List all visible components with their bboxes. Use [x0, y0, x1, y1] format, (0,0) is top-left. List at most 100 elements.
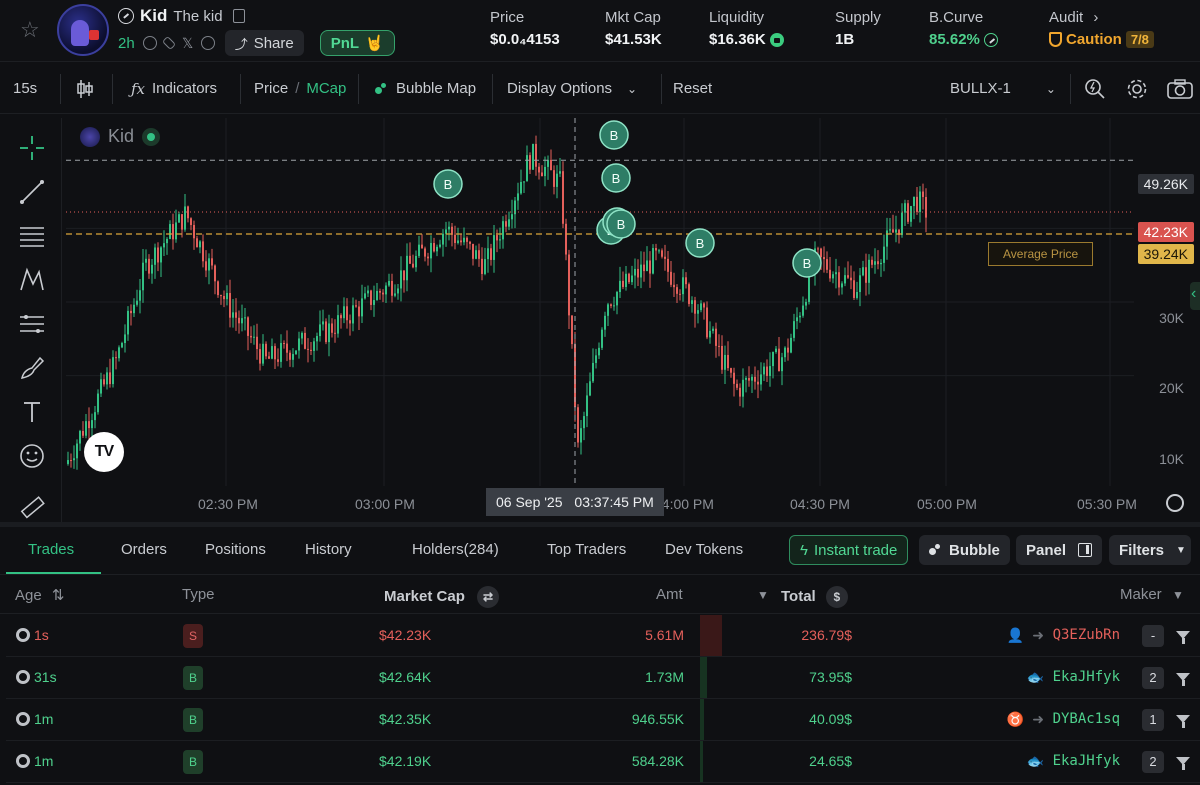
indicators-button[interactable]: ƒx Indicators [131, 74, 217, 104]
filter-maker-icon[interactable] [1176, 631, 1190, 644]
candle-body [247, 317, 249, 336]
tab-holders[interactable]: Holders(284) [412, 541, 499, 558]
filter-maker-icon[interactable] [1176, 757, 1190, 770]
toolbar-divider [661, 74, 662, 104]
candle-body [70, 460, 72, 462]
favorite-star-icon[interactable]: ☆ [20, 18, 44, 42]
instant-trade-button[interactable]: ϟ Instant trade [789, 535, 909, 565]
candle-body [121, 343, 123, 348]
maker-trade-count: 1 [1142, 709, 1164, 731]
candle-body [535, 143, 537, 167]
candle-body [319, 324, 321, 337]
candle-type-button[interactable] [76, 74, 94, 104]
col-market-cap[interactable]: Market Cap ⇄ [384, 586, 500, 608]
emoji-tool-icon[interactable] [18, 442, 46, 470]
candle-body [646, 260, 648, 272]
tx-link-icon[interactable] [16, 754, 30, 768]
stat-bcurve-value: 85.62% [929, 31, 980, 48]
candle-body [361, 298, 363, 317]
candle-body [802, 305, 804, 316]
token-fullname: The kid [173, 7, 223, 25]
share-button[interactable]: ⤴ Share [224, 30, 304, 56]
tab-trades[interactable]: Trades [28, 541, 74, 558]
interval-select[interactable]: 15s [13, 74, 37, 104]
buy-marker-label: B [612, 171, 621, 186]
col-total[interactable]: Total $ [781, 586, 848, 608]
zoom-search-button[interactable] [1084, 74, 1106, 104]
crosshair-tool-icon[interactable] [18, 134, 46, 162]
filter-icon[interactable]: ▼ [1172, 588, 1184, 602]
pnl-button[interactable]: PnL 🤘 [319, 30, 395, 56]
filter-maker-icon[interactable] [1176, 715, 1190, 728]
stat-audit[interactable]: Audit › Caution 7/8 [1049, 9, 1154, 48]
trendline-tool-icon[interactable] [18, 178, 46, 206]
price-mcap-toggle[interactable]: Price / MCap [254, 74, 346, 104]
fish-icon: 🐟 [1026, 753, 1044, 769]
currency-swap-icon[interactable]: $ [825, 586, 848, 608]
transfer-arrow-icon: ➜ [1032, 711, 1044, 727]
candle-body [454, 234, 456, 243]
filter-icon[interactable]: ▼ [757, 588, 769, 602]
bubble-map-label: Bubble Map [396, 80, 477, 97]
trade-amount: 584.28K [631, 753, 684, 769]
toolbar-divider [1070, 74, 1071, 104]
col-maker-filter[interactable]: ▼ [1172, 586, 1184, 603]
copy-icon[interactable] [232, 9, 245, 23]
candle-body [835, 272, 837, 275]
tab-history[interactable]: History [305, 541, 352, 558]
bubble-map-button[interactable]: Bubble Map [375, 74, 476, 104]
trade-maker[interactable]: Q3EZubRn [1053, 627, 1120, 643]
swap-icon[interactable]: ⇄ [477, 586, 500, 608]
panel-button[interactable]: Panel [1016, 535, 1103, 565]
price-chart[interactable]: BBBBBBBB Kid Average Price 49.26K 42.23K… [66, 118, 1200, 522]
chart-canvas[interactable]: BBBBBBBB [66, 118, 1200, 522]
trade-row[interactable]: 1m B $42.35K 946.55K 40.09$ ♉ ➜ DYBAc1sq… [6, 699, 1200, 741]
trade-row[interactable]: 1m B $42.19K 584.28K 24.65$ 🐟 EkaJHfyk 2 [6, 741, 1200, 783]
display-options-dropdown[interactable]: Display Options ⌄ [507, 74, 637, 104]
candle-body [256, 336, 258, 350]
pattern-tool-icon[interactable] [18, 266, 46, 294]
tab-dev-tokens[interactable]: Dev Tokens [665, 541, 743, 558]
reset-button[interactable]: Reset [673, 74, 712, 104]
bubble-button[interactable]: Bubble [919, 535, 1010, 565]
x-social-icon[interactable]: 𝕏 [181, 36, 195, 50]
tab-top-traders[interactable]: Top Traders [547, 541, 626, 558]
trade-maker[interactable]: EkaJHfyk [1053, 669, 1120, 685]
web-globe-icon[interactable] [200, 36, 215, 50]
search-icon[interactable] [142, 36, 157, 50]
chart-settings-icon[interactable] [1166, 494, 1184, 512]
tx-link-icon[interactable] [16, 712, 30, 726]
tradingview-logo[interactable]: TV [84, 432, 124, 472]
candle-body [700, 303, 702, 311]
trade-maker[interactable]: EkaJHfyk [1053, 753, 1120, 769]
volume-bar [700, 615, 722, 656]
col-age[interactable]: Age ⇅ [15, 586, 64, 604]
link-icon[interactable] [161, 35, 176, 51]
candle-body [718, 345, 720, 347]
candle-body [769, 366, 771, 376]
source-dropdown[interactable]: BULLX-1 ⌄ [950, 74, 1056, 104]
filter-maker-icon[interactable] [1176, 673, 1190, 686]
candle-body [577, 407, 579, 443]
price-toggle-label[interactable]: Price [254, 80, 288, 97]
tx-link-icon[interactable] [16, 628, 30, 642]
text-tool-icon[interactable] [18, 398, 46, 426]
tx-link-icon[interactable] [16, 670, 30, 684]
tab-positions[interactable]: Positions [205, 541, 266, 558]
filters-dropdown[interactable]: Filters ▼ [1109, 535, 1191, 565]
sort-icon[interactable]: ⇅ [52, 587, 65, 604]
trade-maker[interactable]: DYBAc1sq [1053, 711, 1120, 727]
horizontal-lines-tool-icon[interactable] [18, 222, 46, 250]
candle-body [841, 283, 843, 288]
tab-orders[interactable]: Orders [121, 541, 167, 558]
fib-tool-icon[interactable] [18, 310, 46, 338]
brush-tool-icon[interactable] [18, 354, 46, 382]
trade-row[interactable]: 31s B $42.64K 1.73M 73.95$ 🐟 EkaJHfyk 2 [6, 657, 1200, 699]
trade-row[interactable]: 1s S $42.23K 5.61M 236.79$ 👤 ➜ Q3EZubRn … [6, 615, 1200, 657]
ruler-tool-icon[interactable] [18, 494, 46, 522]
expand-panel-tab[interactable] [1190, 282, 1200, 310]
col-amt-filter[interactable]: ▼ [757, 586, 769, 603]
mcap-toggle-label[interactable]: MCap [306, 80, 346, 97]
settings-button[interactable] [1126, 74, 1148, 104]
snapshot-button[interactable] [1167, 74, 1193, 104]
